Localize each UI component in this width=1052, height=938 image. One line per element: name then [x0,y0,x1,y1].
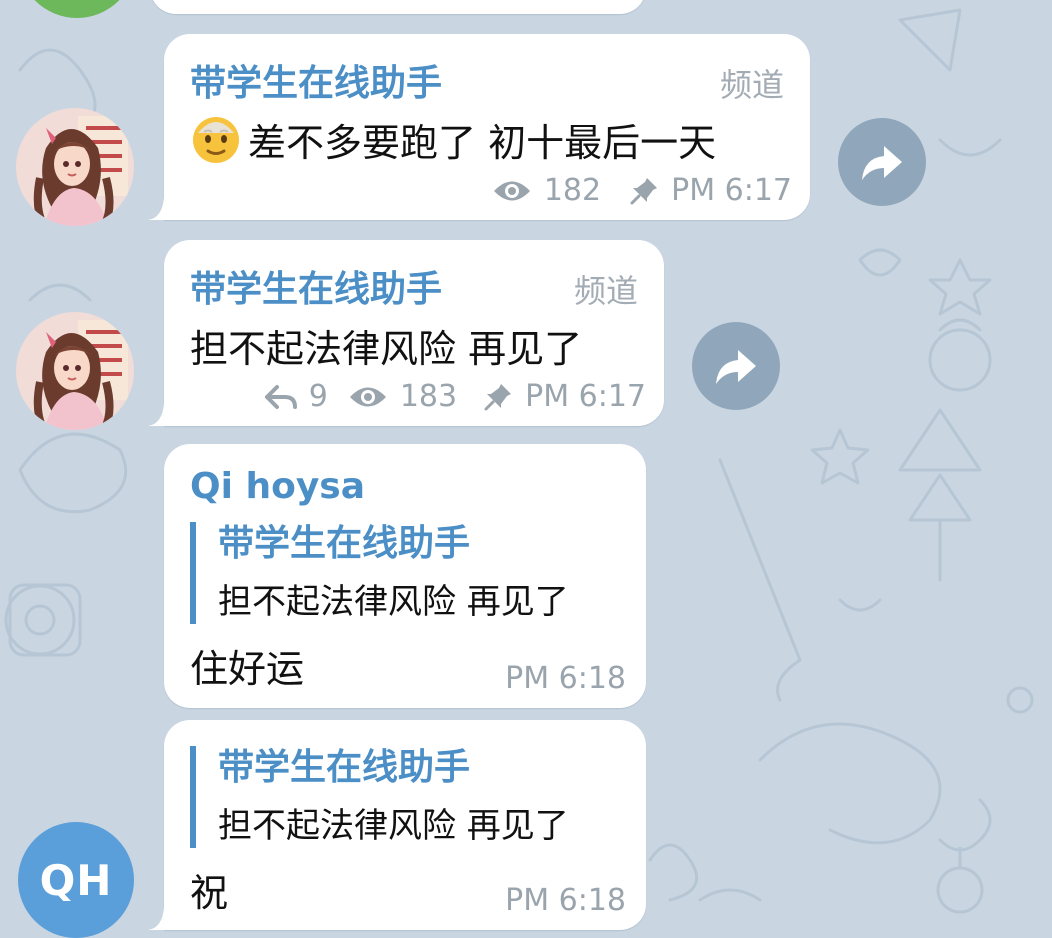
message-text-content: 差不多要跑了 初十最后一天 [248,121,717,165]
bubble-tail [148,908,178,930]
reply-quote[interactable]: 带学生在线助手 担不起法律风险 再见了 [190,522,569,624]
message-meta: PM 6:18 [505,661,626,696]
view-count: 182 [543,173,602,208]
message-bubble[interactable]: 带学生在线助手 频道 担不起法律风险 再见了 9 183 PM 6:17 [148,240,664,426]
quote-sender: 带学生在线助手 [218,523,471,564]
eye-icon [349,387,386,406]
message-bubble-partial-top [150,0,646,14]
message-text: 担不起法律风险 再见了 [190,327,583,371]
message-text: 祝 [190,871,229,915]
reply-icon [264,384,297,409]
older-man-emoji-icon [193,117,239,163]
message-time: PM 6:18 [505,661,626,696]
bubble-tail [148,198,178,220]
eye-icon [493,181,530,200]
message-meta: 182 PM 6:17 [492,173,792,208]
anime-girl-avatar-icon [16,312,134,430]
channel-avatar[interactable] [16,312,134,430]
quote-text: 担不起法律风险 再见了 [218,806,569,846]
view-count: 183 [399,379,458,414]
share-arrow-icon [716,350,756,384]
channel-tag: 频道 [573,272,638,310]
pin-icon [630,177,658,204]
sender-name[interactable]: 带学生在线助手 [190,54,442,106]
message-bubble[interactable]: 带学生在线助手 频道 差不多要跑了 初十最后一天 182 PM 6:17 [148,34,810,220]
share-button[interactable] [838,118,926,206]
channel-avatar[interactable] [16,108,134,226]
message-text: 差不多要跑了 初十最后一天 [190,112,716,167]
channel-tag: 频道 [719,66,784,104]
message-meta: PM 6:18 [505,883,626,918]
quote-text: 担不起法律风险 再见了 [218,582,569,622]
user-avatar[interactable]: QH [18,822,134,938]
reply-quote[interactable]: 带学生在线助手 担不起法律风险 再见了 [190,746,569,848]
pin-icon [484,383,512,410]
reply-count: 9 [308,379,328,414]
message-time: PM 6:17 [671,173,792,208]
sender-name[interactable]: 带学生在线助手 [190,260,442,312]
message-bubble[interactable]: Qi hoysa 带学生在线助手 担不起法律风险 再见了 住好运 PM 6:18 [164,444,646,708]
message-time: PM 6:17 [525,379,646,414]
anime-girl-avatar-icon [16,108,134,226]
message-bubble[interactable]: 带学生在线助手 担不起法律风险 再见了 祝 PM 6:18 [148,720,646,930]
share-button[interactable] [692,322,780,410]
message-meta: 9 183 PM 6:17 [263,379,646,414]
sender-name[interactable]: Qi hoysa [190,466,365,507]
message-text: 住好运 [190,647,305,691]
bubble-tail [148,404,178,426]
quote-sender: 带学生在线助手 [218,747,471,788]
message-time: PM 6:18 [505,883,626,918]
share-arrow-icon [862,146,902,180]
